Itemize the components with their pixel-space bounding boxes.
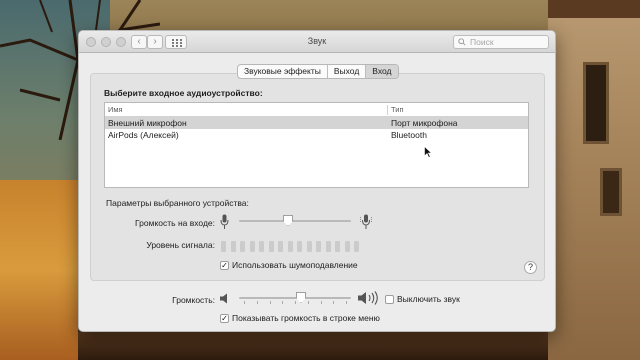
mouse-cursor-icon (424, 146, 432, 158)
tab-sound-effects[interactable]: Звуковые эффекты (238, 65, 328, 78)
slider-tick (282, 301, 283, 304)
table-row[interactable]: AirPods (Алексей) Bluetooth (105, 129, 528, 141)
search-icon (458, 38, 466, 46)
slider-tick (308, 301, 309, 304)
slider-tick (257, 301, 258, 304)
signal-level-bar (221, 241, 226, 252)
signal-level-bar (278, 241, 283, 252)
signal-level-bar (268, 241, 274, 252)
output-volume-slider[interactable] (239, 292, 351, 304)
show-volume-in-menu-checkbox[interactable]: ✓ (220, 314, 229, 323)
noise-reduction-checkbox[interactable]: ✓ (220, 261, 229, 270)
signal-level-bar (240, 241, 245, 252)
column-header-type[interactable]: Тип (391, 105, 404, 114)
signal-level-bar (249, 241, 255, 252)
slider-tick (270, 301, 271, 304)
output-volume-label: Громкость: (172, 295, 215, 305)
signal-level-bar (325, 241, 331, 252)
sound-preferences-window: ‹ › Звук Поиск Звуковые эффекты Выход Вх… (78, 30, 556, 332)
slider-tick (244, 301, 245, 304)
tab-input[interactable]: Вход (366, 65, 398, 78)
microphone-low-icon (220, 214, 229, 229)
show-volume-in-menu-label: Показывать громкость в строке меню (232, 313, 380, 323)
desktop-house (548, 0, 640, 360)
mute-label: Выключить звук (397, 294, 460, 304)
slider-tick (321, 301, 322, 304)
tab-bar: Звуковые эффекты Выход Вход (237, 64, 399, 79)
table-row[interactable]: Внешний микрофон Порт микрофона (105, 117, 528, 129)
mute-checkbox[interactable] (385, 295, 394, 304)
title-bar: ‹ › Звук Поиск (79, 31, 555, 53)
device-settings-title: Параметры выбранного устройства: (106, 198, 249, 208)
column-divider (387, 105, 388, 115)
signal-level-bar (316, 241, 321, 252)
microphone-high-icon (360, 214, 372, 229)
noise-reduction-label: Использовать шумоподавление (232, 260, 358, 270)
desktop-house-roof (548, 0, 640, 18)
device-type: Bluetooth (391, 130, 427, 140)
slider-tick (333, 301, 334, 304)
signal-level-bar (344, 241, 350, 252)
slider-knob[interactable] (296, 292, 306, 303)
help-button[interactable]: ? (524, 261, 537, 274)
tab-output[interactable]: Выход (328, 65, 367, 78)
slider-knob[interactable] (283, 215, 293, 226)
signal-level-bar (259, 241, 264, 252)
slider-tick (346, 301, 347, 304)
speaker-low-icon (220, 293, 227, 304)
desktop-house-window (583, 62, 609, 144)
device-type: Порт микрофона (391, 118, 458, 128)
speaker-high-icon (358, 291, 378, 305)
signal-level-bar (354, 241, 359, 252)
signal-level-bar (306, 241, 312, 252)
slider-tick (295, 301, 296, 304)
signal-level-bar (297, 241, 302, 252)
search-placeholder: Поиск (470, 37, 494, 47)
desktop-lamp-glow (0, 180, 78, 360)
signal-level-bar (287, 241, 293, 252)
slider-track (239, 220, 351, 222)
device-name: AirPods (Алексей) (108, 130, 179, 140)
input-volume-slider[interactable] (239, 215, 351, 227)
table-header: Имя Тип (105, 103, 528, 117)
signal-level-bar (230, 241, 236, 252)
section-title: Выберите входное аудиоустройство: (104, 88, 263, 98)
slider-track (239, 297, 351, 299)
signal-level-bar (335, 241, 340, 252)
input-device-table: Имя Тип Внешний микрофон Порт микрофона … (104, 102, 529, 188)
desktop-house-window (600, 168, 622, 216)
search-input[interactable]: Поиск (453, 35, 549, 49)
input-volume-label: Громкость на входе: (135, 218, 215, 228)
device-name: Внешний микрофон (108, 118, 187, 128)
signal-level-label: Уровень сигнала: (146, 240, 215, 250)
desktop-ground (78, 332, 548, 360)
column-header-name[interactable]: Имя (108, 105, 123, 114)
